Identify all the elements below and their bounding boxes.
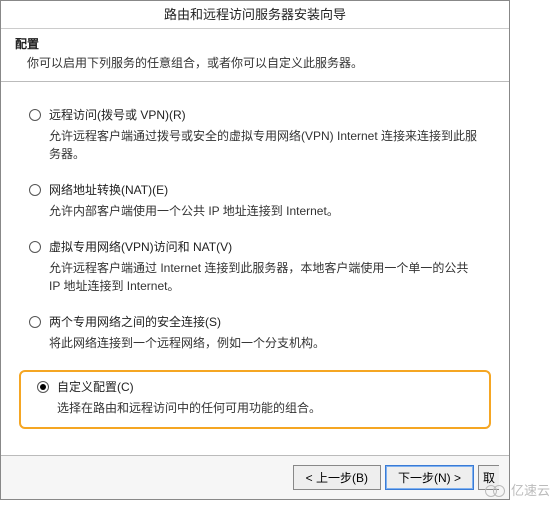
next-button[interactable]: 下一步(N) > [385,465,474,490]
footer-button-bar: < 上一步(B) 下一步(N) > 取 [1,455,509,499]
option-vpn-nat[interactable]: 虚拟专用网络(VPN)访问和 NAT(V) 允许远程客户端通过 Internet… [29,238,481,295]
header-description: 你可以启用下列服务的任意组合，或者你可以自定义此服务器。 [15,52,495,71]
option-label: 虚拟专用网络(VPN)访问和 NAT(V) [49,238,232,255]
dialog-title: 路由和远程访问服务器安装向导 [1,1,509,29]
radio-icon[interactable] [29,316,41,328]
radio-icon[interactable] [37,381,49,393]
header-section: 配置 你可以启用下列服务的任意组合，或者你可以自定义此服务器。 [1,29,509,82]
watermark-text: 亿速云 [511,480,550,499]
wizard-dialog: 路由和远程访问服务器安装向导 配置 你可以启用下列服务的任意组合，或者你可以自定… [0,0,510,500]
back-button[interactable]: < 上一步(B) [293,465,381,490]
cancel-button[interactable]: 取 [478,465,499,490]
option-remote-access[interactable]: 远程访问(拨号或 VPN)(R) 允许远程客户端通过拨号或安全的虚拟专用网络(V… [29,106,481,163]
option-description: 选择在路由和远程访问中的任何可用功能的组合。 [57,399,481,417]
radio-icon[interactable] [29,109,41,121]
radio-icon[interactable] [29,184,41,196]
option-label: 自定义配置(C) [57,378,134,395]
option-description: 允许内部客户端使用一个公共 IP 地址连接到 Internet。 [49,202,481,220]
option-label: 两个专用网络之间的安全连接(S) [49,313,221,330]
option-nat[interactable]: 网络地址转换(NAT)(E) 允许内部客户端使用一个公共 IP 地址连接到 In… [29,181,481,220]
header-label: 配置 [15,35,495,52]
option-description: 将此网络连接到一个远程网络，例如一个分支机构。 [49,334,481,352]
radio-icon[interactable] [29,241,41,253]
options-content: 远程访问(拨号或 VPN)(R) 允许远程客户端通过拨号或安全的虚拟专用网络(V… [1,82,509,429]
option-custom-config[interactable]: 自定义配置(C) 选择在路由和远程访问中的任何可用功能的组合。 [19,370,491,429]
option-secure-connection[interactable]: 两个专用网络之间的安全连接(S) 将此网络连接到一个远程网络，例如一个分支机构。 [29,313,481,352]
option-label: 网络地址转换(NAT)(E) [49,181,168,198]
option-label: 远程访问(拨号或 VPN)(R) [49,106,186,123]
option-description: 允许远程客户端通过拨号或安全的虚拟专用网络(VPN) Internet 连接来连… [49,127,481,163]
option-description: 允许远程客户端通过 Internet 连接到此服务器，本地客户端使用一个单一的公… [49,259,481,295]
